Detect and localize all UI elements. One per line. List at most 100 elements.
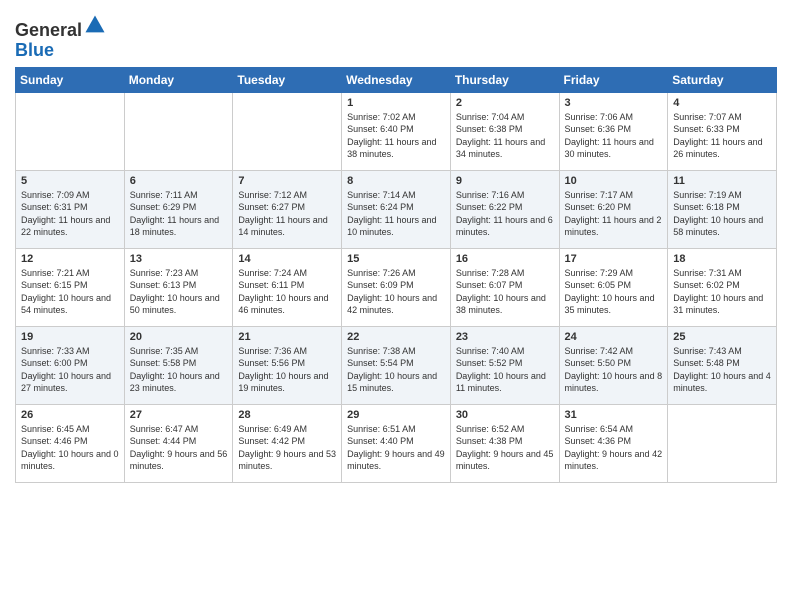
- day-info: Sunrise: 7:14 AM Sunset: 6:24 PM Dayligh…: [347, 189, 445, 239]
- day-info: Sunrise: 6:51 AM Sunset: 4:40 PM Dayligh…: [347, 423, 445, 473]
- week-row-4: 26 Sunrise: 6:45 AM Sunset: 4:46 PM Dayli…: [16, 404, 777, 482]
- day-number: 1: [347, 97, 445, 109]
- day-info: Sunrise: 7:17 AM Sunset: 6:20 PM Dayligh…: [565, 189, 663, 239]
- day-number: 30: [456, 409, 554, 421]
- header-row: SundayMondayTuesdayWednesdayThursdayFrid…: [16, 67, 777, 92]
- week-row-3: 19 Sunrise: 7:33 AM Sunset: 6:00 PM Dayli…: [16, 326, 777, 404]
- week-row-1: 5 Sunrise: 7:09 AM Sunset: 6:31 PM Daylig…: [16, 170, 777, 248]
- day-info: Sunrise: 7:21 AM Sunset: 6:15 PM Dayligh…: [21, 267, 119, 317]
- day-number: 18: [673, 253, 771, 265]
- day-info: Sunrise: 7:06 AM Sunset: 6:36 PM Dayligh…: [565, 111, 663, 161]
- day-number: 2: [456, 97, 554, 109]
- calendar-cell: 30 Sunrise: 6:52 AM Sunset: 4:38 PM Dayli…: [450, 404, 559, 482]
- day-number: 25: [673, 331, 771, 343]
- day-info: Sunrise: 7:12 AM Sunset: 6:27 PM Dayligh…: [238, 189, 336, 239]
- day-number: 11: [673, 175, 771, 187]
- day-number: 7: [238, 175, 336, 187]
- day-number: 6: [130, 175, 228, 187]
- day-info: Sunrise: 7:31 AM Sunset: 6:02 PM Dayligh…: [673, 267, 771, 317]
- calendar-cell: 25Sunrise: 7:43 AM Sunset: 5:48 PM Dayli…: [668, 326, 777, 404]
- day-info: Sunrise: 7:16 AM Sunset: 6:22 PM Dayligh…: [456, 189, 554, 239]
- calendar-cell: 2 Sunrise: 7:04 AM Sunset: 6:38 PM Daylig…: [450, 92, 559, 170]
- day-info: Sunrise: 7:09 AM Sunset: 6:31 PM Dayligh…: [21, 189, 119, 239]
- day-info: Sunrise: 7:35 AM Sunset: 5:58 PM Dayligh…: [130, 345, 228, 395]
- day-info: Sunrise: 7:26 AM Sunset: 6:09 PM Dayligh…: [347, 267, 445, 317]
- calendar-cell: 24 Sunrise: 7:42 AM Sunset: 5:50 PM Dayli…: [559, 326, 668, 404]
- day-number: 13: [130, 253, 228, 265]
- calendar-cell: 6 Sunrise: 7:11 AM Sunset: 6:29 PM Daylig…: [124, 170, 233, 248]
- day-number: 24: [565, 331, 663, 343]
- day-info: Sunrise: 7:40 AM Sunset: 5:52 PM Dayligh…: [456, 345, 554, 395]
- day-number: 15: [347, 253, 445, 265]
- week-row-0: 1 Sunrise: 7:02 AM Sunset: 6:40 PM Daylig…: [16, 92, 777, 170]
- calendar-cell: [668, 404, 777, 482]
- calendar-cell: 27Sunrise: 6:47 AM Sunset: 4:44 PM Dayli…: [124, 404, 233, 482]
- calendar-cell: [124, 92, 233, 170]
- calendar-cell: 12 Sunrise: 7:21 AM Sunset: 6:15 PM Dayli…: [16, 248, 125, 326]
- day-info: Sunrise: 6:49 AM Sunset: 4:42 PM Dayligh…: [238, 423, 336, 473]
- day-number: 23: [456, 331, 554, 343]
- day-number: 4: [673, 97, 771, 109]
- logo-icon: [84, 14, 106, 36]
- day-info: Sunrise: 7:07 AM Sunset: 6:33 PM Dayligh…: [673, 111, 771, 161]
- col-header-saturday: Saturday: [668, 67, 777, 92]
- calendar-cell: 5 Sunrise: 7:09 AM Sunset: 6:31 PM Daylig…: [16, 170, 125, 248]
- calendar-cell: 7 Sunrise: 7:12 AM Sunset: 6:27 PM Daylig…: [233, 170, 342, 248]
- calendar-cell: 31 Sunrise: 6:54 AM Sunset: 4:36 PM Dayli…: [559, 404, 668, 482]
- calendar-cell: 21Sunrise: 7:36 AM Sunset: 5:56 PM Dayli…: [233, 326, 342, 404]
- calendar-cell: 3 Sunrise: 7:06 AM Sunset: 6:36 PM Daylig…: [559, 92, 668, 170]
- day-number: 12: [21, 253, 119, 265]
- day-number: 8: [347, 175, 445, 187]
- col-header-thursday: Thursday: [450, 67, 559, 92]
- calendar-cell: 16Sunrise: 7:28 AM Sunset: 6:07 PM Dayli…: [450, 248, 559, 326]
- day-number: 19: [21, 331, 119, 343]
- logo-blue-text: Blue: [15, 41, 106, 61]
- day-number: 14: [238, 253, 336, 265]
- day-number: 26: [21, 409, 119, 421]
- calendar-cell: 15 Sunrise: 7:26 AM Sunset: 6:09 PM Dayli…: [342, 248, 451, 326]
- calendar-cell: 19 Sunrise: 7:33 AM Sunset: 6:00 PM Dayli…: [16, 326, 125, 404]
- calendar-cell: 8 Sunrise: 7:14 AM Sunset: 6:24 PM Daylig…: [342, 170, 451, 248]
- day-info: Sunrise: 6:45 AM Sunset: 4:46 PM Dayligh…: [21, 423, 119, 473]
- col-header-friday: Friday: [559, 67, 668, 92]
- day-number: 20: [130, 331, 228, 343]
- calendar-cell: 28Sunrise: 6:49 AM Sunset: 4:42 PM Dayli…: [233, 404, 342, 482]
- day-info: Sunrise: 7:04 AM Sunset: 6:38 PM Dayligh…: [456, 111, 554, 161]
- col-header-wednesday: Wednesday: [342, 67, 451, 92]
- col-header-tuesday: Tuesday: [233, 67, 342, 92]
- day-number: 27: [130, 409, 228, 421]
- day-info: Sunrise: 7:29 AM Sunset: 6:05 PM Dayligh…: [565, 267, 663, 317]
- day-info: Sunrise: 7:23 AM Sunset: 6:13 PM Dayligh…: [130, 267, 228, 317]
- calendar-cell: [16, 92, 125, 170]
- calendar-cell: 20 Sunrise: 7:35 AM Sunset: 5:58 PM Dayli…: [124, 326, 233, 404]
- calendar-cell: [233, 92, 342, 170]
- day-info: Sunrise: 7:38 AM Sunset: 5:54 PM Dayligh…: [347, 345, 445, 395]
- calendar-cell: 4 Sunrise: 7:07 AM Sunset: 6:33 PM Daylig…: [668, 92, 777, 170]
- day-info: Sunrise: 7:42 AM Sunset: 5:50 PM Dayligh…: [565, 345, 663, 395]
- logo-blue: Blue: [15, 40, 54, 60]
- calendar-cell: 13 Sunrise: 7:23 AM Sunset: 6:13 PM Dayli…: [124, 248, 233, 326]
- day-info: Sunrise: 7:28 AM Sunset: 6:07 PM Dayligh…: [456, 267, 554, 317]
- day-number: 21: [238, 331, 336, 343]
- day-info: Sunrise: 6:54 AM Sunset: 4:36 PM Dayligh…: [565, 423, 663, 473]
- col-header-sunday: Sunday: [16, 67, 125, 92]
- day-number: 5: [21, 175, 119, 187]
- day-number: 9: [456, 175, 554, 187]
- day-number: 31: [565, 409, 663, 421]
- week-row-2: 12 Sunrise: 7:21 AM Sunset: 6:15 PM Dayli…: [16, 248, 777, 326]
- day-info: Sunrise: 7:19 AM Sunset: 6:18 PM Dayligh…: [673, 189, 771, 239]
- calendar-cell: 22Sunrise: 7:38 AM Sunset: 5:54 PM Dayli…: [342, 326, 451, 404]
- day-number: 29: [347, 409, 445, 421]
- page-header: General Blue: [15, 10, 777, 61]
- day-info: Sunrise: 7:02 AM Sunset: 6:40 PM Dayligh…: [347, 111, 445, 161]
- calendar-cell: 1 Sunrise: 7:02 AM Sunset: 6:40 PM Daylig…: [342, 92, 451, 170]
- day-info: Sunrise: 7:11 AM Sunset: 6:29 PM Dayligh…: [130, 189, 228, 239]
- logo-text: General: [15, 14, 106, 41]
- day-number: 3: [565, 97, 663, 109]
- col-header-monday: Monday: [124, 67, 233, 92]
- calendar-cell: 29 Sunrise: 6:51 AM Sunset: 4:40 PM Dayli…: [342, 404, 451, 482]
- day-info: Sunrise: 7:33 AM Sunset: 6:00 PM Dayligh…: [21, 345, 119, 395]
- logo-general: General: [15, 20, 82, 40]
- calendar-cell: 11 Sunrise: 7:19 AM Sunset: 6:18 PM Dayli…: [668, 170, 777, 248]
- day-info: Sunrise: 6:52 AM Sunset: 4:38 PM Dayligh…: [456, 423, 554, 473]
